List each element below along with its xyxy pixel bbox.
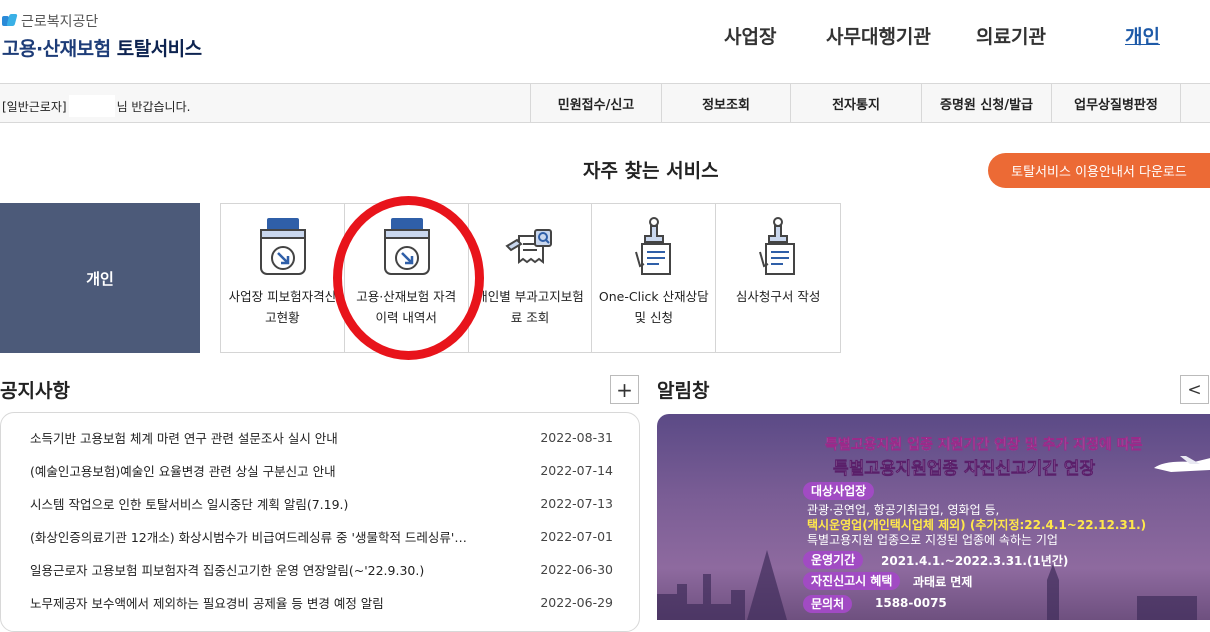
nav-agency[interactable]: 사무대행기관 bbox=[826, 22, 931, 49]
folder-arrow-icon bbox=[260, 218, 306, 275]
banner-target-label: 대상사업장 bbox=[803, 482, 875, 500]
banner-contact-value: 1588-0075 bbox=[875, 596, 947, 610]
greeting: [일반근로자] 님 반갑습니다. bbox=[2, 95, 190, 117]
subnav-complaint[interactable]: 민원접수/신고 bbox=[530, 84, 661, 123]
notice-row-title: 시스템 작업으로 인한 토탈서비스 일시중단 계획 알림(7.19.) bbox=[30, 497, 349, 512]
banner-period-value: 2021.4.1.~2022.3.31.(1년간) bbox=[881, 554, 1069, 568]
logo-org: 근로복지공단 bbox=[21, 14, 99, 30]
notice-row-date: 2022-08-31 bbox=[540, 430, 613, 445]
service-appeal-form[interactable]: 심사청구서 작성 bbox=[716, 204, 840, 352]
notice-title: 공지사항 bbox=[0, 380, 70, 402]
subnav-notice[interactable]: 전자통지 bbox=[790, 84, 921, 123]
notice-row-date: 2022-07-13 bbox=[540, 496, 613, 511]
notice-row-date: 2022-06-30 bbox=[540, 562, 613, 577]
header: 근로복지공단 고용·산재보험 토탈서비스 사업장 사무대행기관 의료기관 개인 bbox=[0, 0, 1210, 84]
service-label: 심사청구서 작성 bbox=[735, 289, 821, 304]
greeting-prefix: [일반근로자] bbox=[2, 99, 67, 114]
comwel-logo-icon bbox=[2, 14, 18, 28]
banner-benefit-value: 과태료 면제 bbox=[913, 575, 973, 589]
notice-row-date: 2022-07-01 bbox=[540, 529, 613, 544]
notice-row[interactable]: (화상인증의료기관 12개소) 화상시범수가 비급여드레싱류 중 '생물학적 드… bbox=[30, 520, 613, 553]
alert-title: 알림창 bbox=[657, 380, 710, 402]
notice-more-button[interactable]: + bbox=[610, 375, 639, 404]
logo-title-a: 고용·산재보험 bbox=[2, 38, 111, 60]
subnav-certificate[interactable]: 증명원 신청/발급 bbox=[921, 84, 1051, 123]
banner-contact-label: 문의처 bbox=[803, 595, 853, 613]
frequent-services-grid: 사업장 피보험자격신고현황 고용·산재보험 자격 이력 내역서 개인별 부과고지… bbox=[220, 203, 841, 353]
document-search-icon bbox=[504, 229, 552, 264]
service-label: 개인별 부과고지보험료 조회 bbox=[476, 289, 584, 325]
notice-row-title: 노무제공자 보수액에서 제외하는 필요경비 공제율 등 변경 예정 알림 bbox=[30, 596, 384, 611]
notice-list: 소득기반 고용보험 체계 마련 연구 관련 설문조사 실시 안내 2022-08… bbox=[0, 412, 640, 632]
nav-individual[interactable]: 개인 bbox=[1125, 22, 1160, 49]
stamp-document-icon bbox=[635, 217, 672, 275]
notice-row-title: 소득기반 고용보험 체계 마련 연구 관련 설문조사 실시 안내 bbox=[30, 431, 338, 446]
notice-row-title: 일용근로자 고용보험 피보험자격 집중신고기한 운영 연장알림(~'22.9.3… bbox=[30, 563, 425, 578]
stamp-document-icon bbox=[759, 217, 796, 275]
service-insured-status[interactable]: 사업장 피보험자격신고현황 bbox=[221, 204, 345, 352]
notice-row[interactable]: 노무제공자 보수액에서 제외하는 필요경비 공제율 등 변경 예정 알림 202… bbox=[30, 586, 613, 619]
sub-nav: 민원접수/신고 정보조회 전자통지 증명원 신청/발급 업무상질병판정 bbox=[530, 84, 1181, 123]
nav-medical[interactable]: 의료기관 bbox=[976, 22, 1046, 49]
notice-row-date: 2022-06-29 bbox=[540, 595, 613, 610]
notice-row-title: (화상인증의료기관 12개소) 화상시범수가 비급여드레싱류 중 '생물학적 드… bbox=[30, 530, 467, 545]
banner-target-3: 특별고용지원 업종으로 지정된 업종에 속하는 기업 bbox=[807, 533, 1058, 547]
banner-period-label: 운영기간 bbox=[803, 551, 864, 569]
service-oneclick-consult[interactable]: One-Click 산재상담 및 신청 bbox=[592, 204, 717, 352]
highlight-circle bbox=[333, 196, 484, 360]
logo[interactable]: 근로복지공단 고용·산재보험 토탈서비스 bbox=[2, 12, 202, 61]
banner-line2a: 특별고용지원업종 bbox=[833, 459, 959, 480]
alert-banner[interactable]: 특별고용지원 업종 지원기간 연장 및 추가 지정에 따른 특별고용지원업종 자… bbox=[657, 414, 1210, 620]
service-premium-lookup[interactable]: 개인별 부과고지보험료 조회 bbox=[469, 204, 593, 352]
banner-line1: 특별고용지원 업종 지원기간 연장 및 추가 지정에 따른 bbox=[825, 437, 1143, 454]
notice-row[interactable]: 일용근로자 고용보험 피보험자격 집중신고기한 운영 연장알림(~'22.9.3… bbox=[30, 553, 613, 586]
side-tab-individual[interactable]: 개인 bbox=[0, 203, 200, 353]
subnav-info[interactable]: 정보조회 bbox=[661, 84, 790, 123]
service-label: 사업장 피보험자격신고현황 bbox=[228, 289, 337, 325]
notice-row-date: 2022-07-14 bbox=[540, 463, 613, 478]
guide-download-button[interactable]: 토탈서비스 이용안내서 다운로드 bbox=[988, 153, 1210, 188]
notice-row[interactable]: (예술인고용보험)예술인 요율변경 관련 상실 구분신고 안내 2022-07-… bbox=[30, 454, 613, 487]
subnav-disease[interactable]: 업무상질병판정 bbox=[1051, 84, 1181, 123]
user-name-masked bbox=[68, 95, 115, 117]
banner-benefit-label: 자진신고시 혜택 bbox=[803, 572, 901, 590]
banner-line2b: 자진신고기간 연장 bbox=[964, 459, 1096, 480]
service-label: One-Click 산재상담 및 신청 bbox=[598, 289, 709, 325]
notice-row[interactable]: 소득기반 고용보험 체계 마련 연구 관련 설문조사 실시 안내 2022-08… bbox=[30, 421, 613, 454]
notice-row-title: (예술인고용보험)예술인 요율변경 관련 상실 구분신고 안내 bbox=[30, 464, 336, 479]
notice-row[interactable]: 시스템 작업으로 인한 토탈서비스 일시중단 계획 알림(7.19.) 2022… bbox=[30, 487, 613, 520]
frequent-services-title: 자주 찾는 서비스 bbox=[583, 160, 719, 182]
logo-title-b: 토탈서비스 bbox=[116, 38, 202, 60]
banner-line2: 특별고용지원업종 자진신고기간 연장 bbox=[833, 454, 1096, 480]
sub-bar: [일반근로자] 님 반갑습니다. 민원접수/신고 정보조회 전자통지 증명원 신… bbox=[0, 84, 1210, 123]
airplane-icon bbox=[1154, 456, 1210, 472]
nav-business[interactable]: 사업장 bbox=[724, 22, 776, 49]
greeting-suffix: 님 반갑습니다. bbox=[116, 99, 191, 114]
alert-prev-button[interactable]: < bbox=[1180, 375, 1209, 404]
